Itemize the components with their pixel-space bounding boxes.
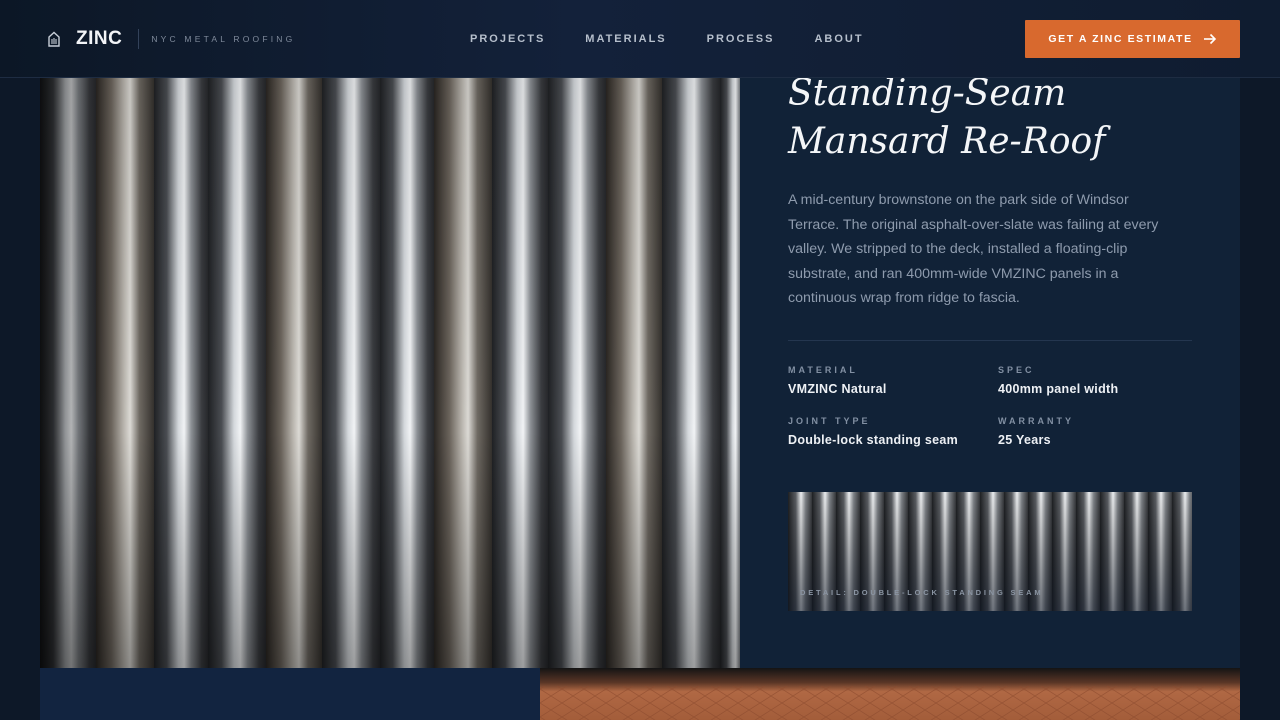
section-divider (788, 340, 1192, 341)
nav-item-process[interactable]: PROCESS (707, 33, 775, 45)
arrow-right-icon (1203, 33, 1216, 45)
get-estimate-label: GET A ZINC ESTIMATE (1048, 33, 1193, 45)
brand-divider (138, 29, 140, 49)
brand-tagline: NYC METAL ROOFING (151, 34, 296, 44)
spec-label: SPEC (998, 365, 1035, 375)
main-menu: PROJECTS MATERIALS PROCESS ABOUT (470, 33, 904, 45)
spec-label: MATERIAL (788, 365, 858, 375)
spec-material: MATERIAL VMZINC Natural (788, 365, 988, 396)
house-logo-icon (48, 31, 60, 47)
spec-value: VMZINC Natural (788, 382, 887, 396)
get-estimate-button[interactable]: GET A ZINC ESTIMATE (1025, 20, 1240, 58)
top-navigation: ZINC NYC METAL ROOFING PROJECTS MATERIAL… (0, 0, 1280, 78)
nav-item-projects[interactable]: PROJECTS (470, 33, 545, 45)
spec-value: 400mm panel width (998, 382, 1119, 396)
spec-label: WARRANTY (998, 416, 1074, 426)
detail-thumbnail[interactable]: DETAIL: DOUBLE-LOCK STANDING SEAM (788, 492, 1192, 611)
spec-value: Double-lock standing seam (788, 433, 959, 447)
spec-value: 25 Years (998, 433, 1051, 447)
spec-warranty: WARRANTY 25 Years (998, 416, 1198, 447)
page-gutter-left (0, 78, 40, 720)
project-description: A mid-century brownstone on the park sid… (788, 192, 1159, 307)
page-gutter-right (1240, 78, 1280, 720)
project-hero-photo (40, 78, 740, 668)
nav-item-about[interactable]: ABOUT (814, 33, 863, 45)
spec-joint-type: JOINT TYPE Double-lock standing seam (788, 416, 988, 447)
next-project-photo (540, 668, 1240, 720)
spec-panel-width: SPEC 400mm panel width (998, 365, 1198, 396)
project-detail-panel: Standing-Seam Mansard Re-Roof A mid-cent… (740, 73, 1240, 668)
nav-item-materials[interactable]: MATERIALS (585, 33, 666, 45)
brand[interactable]: ZINC NYC METAL ROOFING (46, 28, 295, 50)
next-project-panel (40, 668, 540, 720)
project-title: Standing-Seam Mansard Re-Roof (788, 73, 1106, 162)
thumbnail-caption: DETAIL: DOUBLE-LOCK STANDING SEAM (800, 588, 1044, 597)
brand-name: ZINC (76, 28, 123, 49)
spec-label: JOINT TYPE (788, 416, 871, 426)
